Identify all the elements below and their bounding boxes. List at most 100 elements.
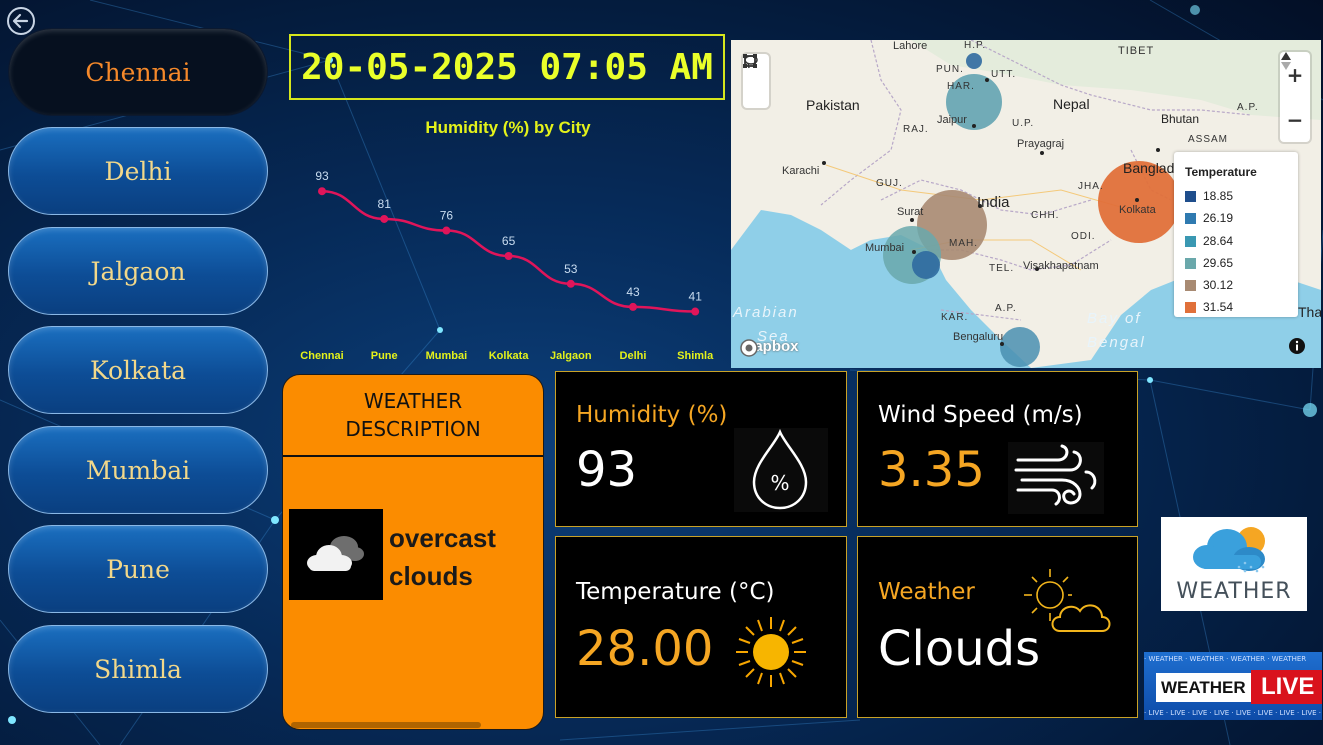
map-label-assam: ASSAM <box>1188 134 1229 145</box>
legend-swatch <box>1185 301 1196 313</box>
data-point[interactable] <box>629 302 637 311</box>
legend-item: 18.85 <box>1185 189 1233 203</box>
x-tick-label: Shimla <box>677 350 714 362</box>
map-label-mumbai: Mumbai <box>865 242 905 254</box>
datetime-display: 20-05-2025 07:05 AM <box>289 34 725 100</box>
legend-item: 29.65 <box>1185 256 1233 270</box>
legend-title: Temperature <box>1185 165 1257 179</box>
header-line-2: DESCRIPTION <box>345 417 481 441</box>
wind-speed-value: 3.35 <box>878 442 985 498</box>
data-point[interactable] <box>691 307 700 316</box>
scrollbar[interactable] <box>291 722 481 728</box>
map-label-kolkata: Kolkata <box>1119 204 1156 216</box>
map-label-raj: RAJ. <box>903 124 929 135</box>
map-label-tibet: TIBET <box>1118 45 1155 57</box>
data-label: 93 <box>315 169 329 183</box>
weather-live-live-text: LIVE <box>1251 670 1322 704</box>
map-label-kar: KAR. <box>941 312 969 323</box>
weather-label: Weather <box>878 579 975 605</box>
cloud-rain-icon <box>1193 527 1265 573</box>
map-label-arabian: Arabian <box>733 304 799 321</box>
map-legend: Temperature 18.85 26.19 28.64 29.65 30.1… <box>1174 152 1298 317</box>
weather-description-header: WEATHER DESCRIPTION <box>283 375 543 457</box>
data-point[interactable] <box>504 252 513 260</box>
humidity-drop-icon: % <box>734 428 828 512</box>
city-button-pune[interactable]: Pune <box>8 525 268 613</box>
temperature-value: 28.00 <box>576 621 714 677</box>
legend-item: 28.64 <box>1185 234 1233 248</box>
humidity-label: Humidity (%) <box>576 402 728 428</box>
map-label-surat: Surat <box>897 206 924 218</box>
city-button-kolkata[interactable]: Kolkata <box>8 326 268 414</box>
legend-swatch <box>1185 257 1196 269</box>
cloud-icon <box>289 509 383 600</box>
mapbox-logo: mapbox <box>739 338 799 357</box>
x-tick-label: Mumbai <box>426 350 468 362</box>
map-label-india: India <box>977 194 1010 211</box>
map-toolbar <box>743 54 769 108</box>
city-button-shimla[interactable]: Shimla <box>8 625 268 713</box>
humidity-line-chart: 93 Chennai 81 Pune 76 Mumbai 65 Kolkata 53 Jalgao… <box>300 169 714 362</box>
mapbox-icon <box>740 339 758 357</box>
data-label: 65 <box>502 234 516 248</box>
x-tick-label: Kolkata <box>489 350 530 362</box>
data-point[interactable] <box>318 187 326 196</box>
svg-text:%: % <box>770 471 789 495</box>
map-label-hp: H.P. <box>964 40 987 51</box>
weather-live-strip-top: · WEATHER · WEATHER · WEATHER · WEATHER <box>1144 655 1307 663</box>
weather-live-strip-bottom: · LIVE · LIVE · LIVE · LIVE · LIVE · LIV… <box>1144 709 1322 717</box>
map-label-bhutan: Bhutan <box>1161 112 1200 126</box>
data-point[interactable] <box>442 226 451 235</box>
map-label-up: U.P. <box>1012 118 1035 129</box>
data-label: 41 <box>689 290 703 304</box>
legend-item: 31.54 <box>1185 300 1233 314</box>
map-label-chh: CHH. <box>1031 210 1060 221</box>
city-button-mumbai[interactable]: Mumbai <box>8 426 268 514</box>
x-tick-label: Chennai <box>300 350 343 362</box>
compass-icon[interactable] <box>1280 52 1292 70</box>
partly-cloudy-icon <box>1024 569 1111 632</box>
info-icon[interactable] <box>1288 337 1306 355</box>
weather-description-text: overcast clouds <box>389 523 496 591</box>
map-label-tha: Tha <box>1298 304 1321 320</box>
map-label-lahore: Lahore <box>893 40 928 52</box>
map-label-pakistan: Pakistan <box>806 97 860 113</box>
zoom-out-icon[interactable]: − <box>1287 108 1304 132</box>
map-label-prayagraj: Prayagraj <box>1017 138 1065 150</box>
map-label-bengal: Bengal <box>1087 334 1146 351</box>
city-button-delhi[interactable]: Delhi <box>8 127 268 215</box>
map-label-har: HAR. <box>947 81 975 92</box>
data-point[interactable] <box>380 214 389 223</box>
rect-select-icon[interactable] <box>743 54 757 68</box>
map-label-mah: MAH. <box>949 238 978 249</box>
legend-item: 30.12 <box>1185 278 1233 292</box>
legend-swatch <box>1185 190 1196 202</box>
map-label-bay-of: Bay of <box>1087 310 1142 327</box>
temperature-label: Temperature (°C) <box>576 579 775 605</box>
data-point[interactable] <box>566 279 575 288</box>
map-label-odi: ODI. <box>1071 231 1096 242</box>
data-label: 53 <box>564 262 578 276</box>
x-tick-label: Pune <box>371 350 398 362</box>
city-button-jalgaon[interactable]: Jalgaon <box>8 227 268 315</box>
back-arrow-icon[interactable] <box>6 6 36 36</box>
weather-description-card: WEATHER DESCRIPTION overcast clouds <box>282 374 544 730</box>
map-label-ap-top: A.P. <box>1237 102 1259 113</box>
legend-swatch <box>1185 212 1196 224</box>
map-label-tel: TEL. <box>989 263 1015 274</box>
chart-title: Humidity (%) by City <box>425 118 591 137</box>
sun-icon <box>736 617 806 687</box>
data-label: 81 <box>378 197 392 211</box>
map-label-jaipur: Jaipur <box>937 114 967 126</box>
map-label-ap-south: A.P. <box>995 303 1017 314</box>
weather-card: Weather Clouds <box>857 536 1138 718</box>
temperature-card: Temperature (°C) 28.00 <box>555 536 847 718</box>
data-label: 43 <box>626 285 640 299</box>
wind-speed-label: Wind Speed (m/s) <box>878 402 1083 428</box>
x-tick-label: Jalgaon <box>550 350 592 362</box>
city-map[interactable]: Lahore H.P. TIBET PUN. UTT. Pakistan HAR… <box>731 40 1321 368</box>
weather-live-logo: · WEATHER · WEATHER · WEATHER · WEATHER … <box>1144 652 1322 720</box>
city-button-chennai[interactable]: Chennai <box>8 28 268 116</box>
header-line-1: WEATHER <box>363 389 463 413</box>
weather-live-weather-text: WEATHER <box>1156 673 1251 702</box>
